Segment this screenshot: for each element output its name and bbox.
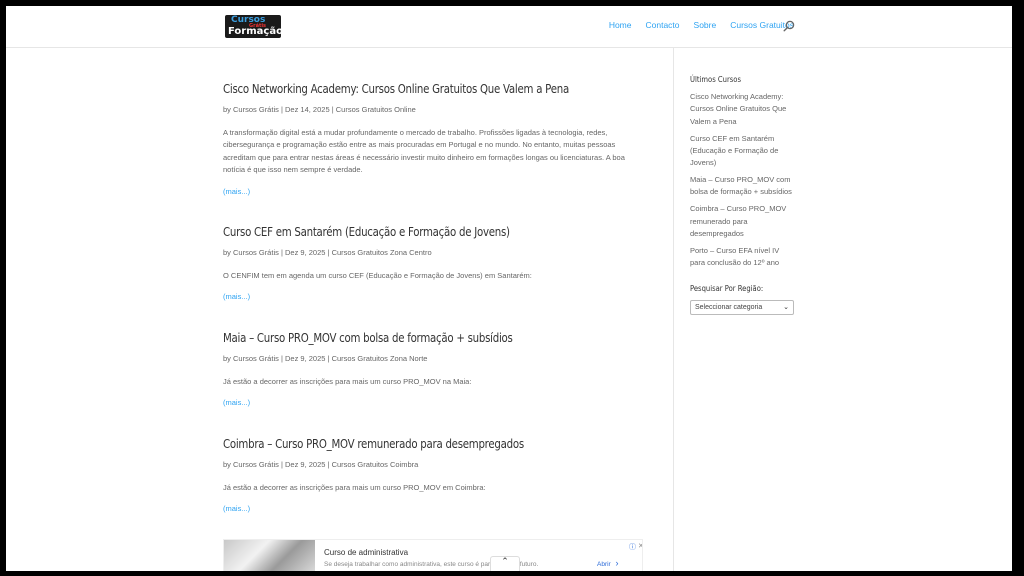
meta-sep: | [331, 105, 334, 114]
recent-course-link[interactable]: Coimbra – Curso PRO_MOV remunerado para … [690, 203, 795, 240]
post-author[interactable]: Cursos Grátis [233, 460, 279, 469]
meta-sep: | [280, 460, 283, 469]
post-date: Dez 9, 2025 [285, 248, 326, 257]
meta-sep: | [327, 248, 330, 257]
post-title[interactable]: Coimbra – Curso PRO_MOV remunerado para … [223, 437, 589, 451]
post-author[interactable]: Cursos Grátis [233, 248, 279, 257]
logo-text-bottom: Formação [228, 26, 281, 37]
main-nav: Home Contacto Sobre Cursos Gratuitos [595, 20, 794, 30]
post-title[interactable]: Cisco Networking Academy: Cursos Online … [223, 82, 589, 96]
ad-close-icon[interactable]: ✕ [638, 542, 642, 550]
post-meta: by Cursos Grátis | Dez 9, 2025 | Cursos … [223, 354, 653, 363]
nav-contacto[interactable]: Contacto [646, 20, 680, 30]
post-excerpt: O CENFIM tem em agenda um curso CEF (Edu… [223, 271, 532, 280]
post-category[interactable]: Cursos Gratuitos Coimbra [332, 460, 419, 469]
meta-by: by [223, 105, 231, 114]
recent-courses-title: Últimos Cursos [690, 75, 742, 84]
post-author[interactable]: Cursos Grátis [233, 105, 279, 114]
sidebar-divider [673, 48, 674, 571]
ad-open-button[interactable]: Abrir › [597, 558, 619, 568]
site-logo[interactable]: Cursos Grátis Formação [225, 15, 281, 38]
read-more-link[interactable]: (mais...) [223, 292, 653, 301]
ad-banner[interactable]: Curso de administrativa Se deseja trabal… [223, 539, 643, 571]
sidebar: Últimos Cursos Cisco Networking Academy:… [690, 75, 795, 316]
meta-by: by [223, 354, 231, 363]
post-meta: by Cursos Grátis | Dez 14, 2025 | Cursos… [223, 105, 653, 114]
recent-course-link[interactable]: Porto – Curso EFA nível IV para conclusã… [690, 245, 795, 270]
browser-viewport: Cursos Grátis Formação Home Contacto Sob… [6, 6, 1012, 571]
recent-course-link[interactable]: Maia – Curso PRO_MOV com bolsa de formaç… [690, 174, 795, 199]
post-title[interactable]: Maia – Curso PRO_MOV com bolsa de formaç… [223, 331, 589, 345]
post-item: Curso CEF em Santarém (Educação e Formaç… [223, 225, 653, 301]
post-date: Dez 9, 2025 [285, 460, 326, 469]
post-excerpt: A transformação digital está a mudar pro… [223, 128, 625, 175]
post-item: Coimbra – Curso PRO_MOV remunerado para … [223, 437, 653, 513]
meta-sep: | [280, 248, 283, 257]
chevron-up-icon: ⌃ [501, 557, 509, 567]
recent-course-link[interactable]: Cisco Networking Academy: Cursos Online … [690, 91, 795, 128]
region-search-title: Pesquisar Por Região: [690, 284, 764, 294]
post-item: Maia – Curso PRO_MOV com bolsa de formaç… [223, 331, 653, 407]
ad-image[interactable] [224, 540, 315, 571]
nav-sobre[interactable]: Sobre [694, 20, 717, 30]
meta-sep: | [327, 354, 330, 363]
post-meta: by Cursos Grátis | Dez 9, 2025 | Cursos … [223, 248, 653, 257]
post-title[interactable]: Curso CEF em Santarém (Educação e Formaç… [223, 225, 589, 239]
post-meta: by Cursos Grátis | Dez 9, 2025 | Cursos … [223, 460, 653, 469]
post-excerpt: Já estão a decorrer as inscrições para m… [223, 377, 472, 386]
ad-title[interactable]: Curso de administrativa [324, 548, 408, 557]
search-icon[interactable] [783, 20, 795, 32]
recent-courses-list: Cisco Networking Academy: Cursos Online … [690, 91, 795, 269]
scroll-top-button[interactable]: ⌃ [490, 556, 520, 571]
post-date: Dez 9, 2025 [285, 354, 326, 363]
post-author[interactable]: Cursos Grátis [233, 354, 279, 363]
post-excerpt: Já estão a decorrer as inscrições para m… [223, 483, 486, 492]
meta-by: by [223, 248, 231, 257]
ad-open-label: Abrir [597, 561, 611, 568]
meta-by: by [223, 460, 231, 469]
read-more-link[interactable]: (mais...) [223, 398, 653, 407]
chevron-down-icon: ⌄ [783, 304, 789, 312]
post-date: Dez 14, 2025 [285, 105, 330, 114]
chevron-right-icon: › [615, 558, 619, 568]
read-more-link[interactable]: (mais...) [223, 504, 653, 513]
meta-sep: | [280, 354, 283, 363]
meta-sep: | [280, 105, 283, 114]
post-category[interactable]: Cursos Gratuitos Online [336, 105, 416, 114]
read-more-link[interactable]: (mais...) [223, 187, 653, 196]
select-value: Seleccionar categoria [695, 304, 763, 312]
post-item: Cisco Networking Academy: Cursos Online … [223, 82, 653, 196]
site-header: Cursos Grátis Formação Home Contacto Sob… [6, 6, 1012, 48]
meta-sep: | [327, 460, 330, 469]
recent-course-link[interactable]: Curso CEF em Santarém (Educação e Formaç… [690, 133, 795, 170]
post-category[interactable]: Cursos Gratuitos Zona Norte [332, 354, 428, 363]
ad-info-icon[interactable]: ⓘ [629, 542, 636, 552]
nav-home[interactable]: Home [609, 20, 632, 30]
region-category-select[interactable]: Seleccionar categoria ⌄ [690, 300, 794, 316]
post-category[interactable]: Cursos Gratuitos Zona Centro [332, 248, 432, 257]
